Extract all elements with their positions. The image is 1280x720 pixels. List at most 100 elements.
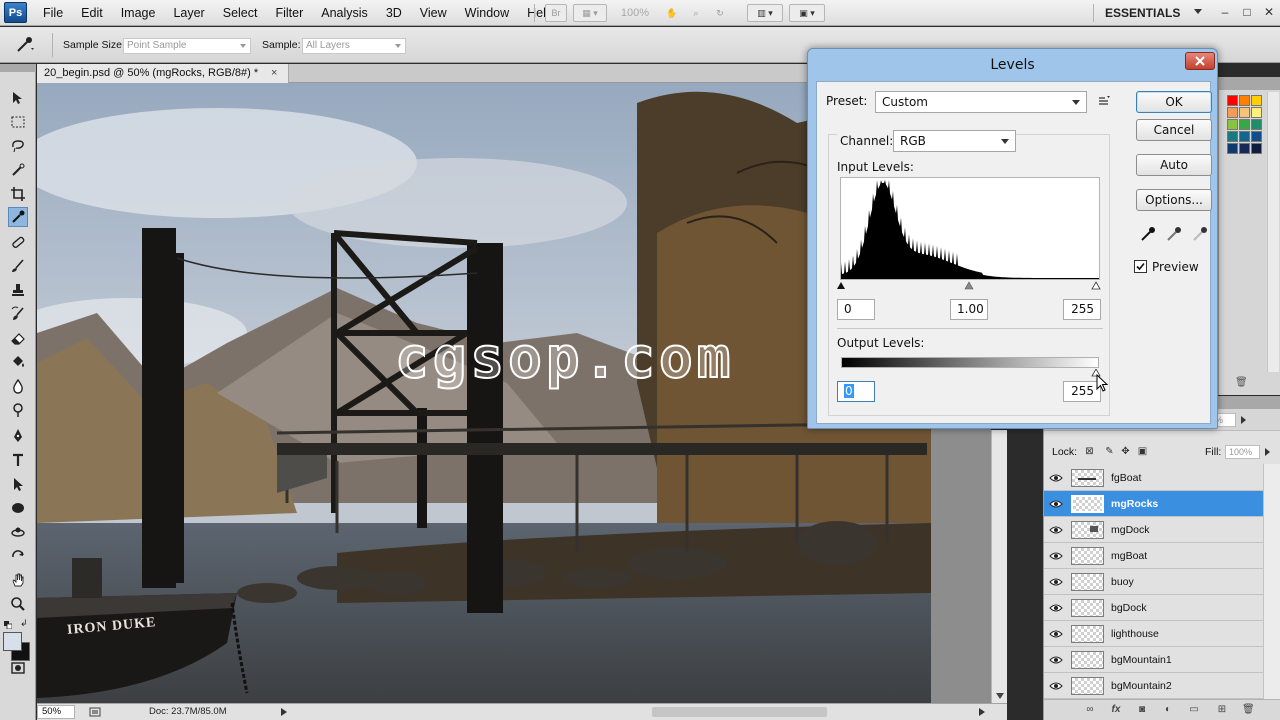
swatch-light-orange[interactable]	[1227, 107, 1238, 118]
swatch-navy[interactable]	[1227, 143, 1238, 154]
scroll-down-icon[interactable]	[996, 693, 1004, 699]
clone-stamp-tool-icon[interactable]	[8, 280, 28, 300]
fill-field[interactable]: 100%	[1225, 445, 1260, 459]
auto-button[interactable]: Auto	[1136, 154, 1212, 176]
channel-select[interactable]: RGB	[893, 130, 1016, 152]
dodge-tool-icon[interactable]	[8, 400, 28, 420]
eye-icon[interactable]	[1048, 575, 1063, 588]
layer-row-lighthouse[interactable]: lighthouse	[1044, 621, 1263, 647]
paint-bucket-tool-icon[interactable]	[8, 352, 28, 372]
swatch-midnight[interactable]	[1251, 143, 1262, 154]
swatches-scrollbar[interactable]	[1267, 92, 1279, 372]
lock-image-icon[interactable]: ✎	[1104, 446, 1115, 457]
new-group-icon[interactable]: ▭	[1188, 704, 1200, 716]
quick-selection-tool-icon[interactable]	[8, 160, 28, 180]
close-tab-icon[interactable]: ×	[271, 64, 277, 83]
crop-tool-icon[interactable]	[8, 184, 28, 204]
eye-icon[interactable]	[1048, 679, 1063, 692]
shape-tool-icon[interactable]	[8, 498, 28, 518]
eyedropper-preset-icon[interactable]	[14, 36, 36, 54]
3d-rotate-tool-icon[interactable]	[8, 522, 28, 542]
swatch-mid-green[interactable]	[1239, 119, 1250, 130]
status-menu-arrow-icon[interactable]	[281, 708, 287, 716]
adjustment-layer-icon[interactable]: ◐	[1162, 704, 1174, 716]
menu-edit[interactable]: Edit	[72, 0, 112, 26]
zoom-tool-icon[interactable]	[8, 594, 28, 614]
canvas-vertical-scrollbar[interactable]	[991, 430, 1007, 703]
menu-select[interactable]: Select	[214, 0, 267, 26]
blur-tool-icon[interactable]	[8, 376, 28, 396]
cancel-button[interactable]: Cancel	[1136, 119, 1212, 141]
layer-row-bgmountain1[interactable]: bgMountain1	[1044, 647, 1263, 673]
layer-row-mgrocks[interactable]: mgRocks	[1044, 491, 1263, 517]
zoom-tool-icon[interactable]: ⌕	[687, 4, 705, 22]
preset-options-icon[interactable]	[1097, 94, 1111, 108]
input-black-field[interactable]: 0	[837, 299, 875, 320]
quick-mask-icon[interactable]	[8, 658, 28, 678]
trash-icon[interactable]: 🗑	[1235, 377, 1248, 388]
swatch-yellow[interactable]	[1251, 95, 1262, 106]
status-preview-icon[interactable]	[89, 706, 101, 718]
workspace-switcher[interactable]: ESSENTIALS	[1105, 0, 1180, 26]
eye-icon[interactable]	[1048, 601, 1063, 614]
move-tool-icon[interactable]	[8, 88, 28, 108]
layer-row-bgmountain2[interactable]: bgMountain2	[1044, 673, 1263, 699]
scroll-right-icon[interactable]	[979, 708, 985, 716]
black-eyedropper-icon[interactable]	[1139, 225, 1157, 243]
menu-file[interactable]: File	[34, 0, 72, 26]
menu-window[interactable]: Window	[456, 0, 518, 26]
3d-orbit-tool-icon[interactable]	[8, 546, 28, 566]
foreground-color-swatch[interactable]	[3, 632, 22, 651]
input-sliders[interactable]	[836, 281, 1104, 291]
swatch-peach[interactable]	[1239, 107, 1250, 118]
layers-scrollbar[interactable]	[1263, 464, 1280, 699]
brush-tool-icon[interactable]	[8, 256, 28, 276]
layer-row-fgboat[interactable]: fgBoat	[1044, 465, 1263, 491]
swatch-cyan-blue[interactable]	[1239, 131, 1250, 142]
hand-tool-icon[interactable]	[8, 570, 28, 590]
layer-row-bgdock[interactable]: bgDock	[1044, 595, 1263, 621]
menu-image[interactable]: Image	[112, 0, 165, 26]
fill-slider-arrow-icon[interactable]	[1265, 448, 1270, 456]
minimize-icon[interactable]: –	[1218, 5, 1232, 19]
swatch-dark-teal[interactable]	[1227, 131, 1238, 142]
sample-select[interactable]: All Layers	[302, 38, 406, 54]
trash-icon[interactable]: 🗑	[1242, 704, 1255, 716]
layer-row-mgboat[interactable]: mgBoat	[1044, 543, 1263, 569]
link-layers-icon[interactable]: ∞	[1084, 704, 1096, 716]
swatch-orange[interactable]	[1239, 95, 1250, 106]
menu-3d[interactable]: 3D	[377, 0, 411, 26]
input-white-field[interactable]: 255	[1063, 299, 1101, 320]
zoom-level-readout[interactable]: 100%	[613, 7, 657, 19]
swatches-panel-header[interactable]	[1219, 77, 1280, 90]
document-canvas[interactable]: IRON DUKE	[37, 83, 931, 703]
swap-colors-icon[interactable]: ↲	[20, 618, 30, 628]
swatch-teal[interactable]	[1251, 119, 1262, 130]
layer-row-buoy[interactable]: buoy	[1044, 569, 1263, 595]
swatch-green[interactable]	[1227, 119, 1238, 130]
swatch-red[interactable]	[1227, 95, 1238, 106]
preset-select[interactable]: Custom	[875, 91, 1087, 113]
eye-icon[interactable]	[1048, 471, 1063, 484]
screen-mode-icon[interactable]: ▣ ▾	[789, 4, 825, 22]
default-colors-icon[interactable]	[4, 620, 13, 630]
layer-row-mgdock[interactable]: mgDock	[1044, 517, 1263, 543]
eye-icon[interactable]	[1048, 523, 1063, 536]
opacity-slider-arrow-icon[interactable]	[1241, 416, 1246, 424]
status-zoom-field[interactable]: 50%	[37, 705, 75, 719]
output-black-field[interactable]: 0	[837, 381, 875, 402]
eye-icon[interactable]	[1048, 497, 1063, 510]
horizontal-scrollbar-thumb[interactable]	[652, 707, 827, 717]
document-tab[interactable]: 20_begin.psd @ 50% (mgRocks, RGB/8#) * ×	[37, 64, 289, 83]
lock-transparent-icon[interactable]: ⊠	[1084, 446, 1095, 457]
close-icon[interactable]	[1185, 52, 1215, 70]
white-eyedropper-icon[interactable]	[1191, 225, 1209, 243]
layer-mask-icon[interactable]: ◙	[1136, 704, 1148, 716]
hand-tool-icon[interactable]: ✋	[663, 4, 681, 22]
arrange-documents-icon[interactable]: ▥ ▾	[747, 4, 783, 22]
lock-all-icon[interactable]: ▣	[1137, 446, 1148, 457]
marquee-tool-icon[interactable]	[8, 112, 28, 132]
menu-view[interactable]: View	[411, 0, 456, 26]
ok-button[interactable]: OK	[1136, 91, 1212, 113]
chevron-down-icon[interactable]	[1194, 9, 1202, 14]
